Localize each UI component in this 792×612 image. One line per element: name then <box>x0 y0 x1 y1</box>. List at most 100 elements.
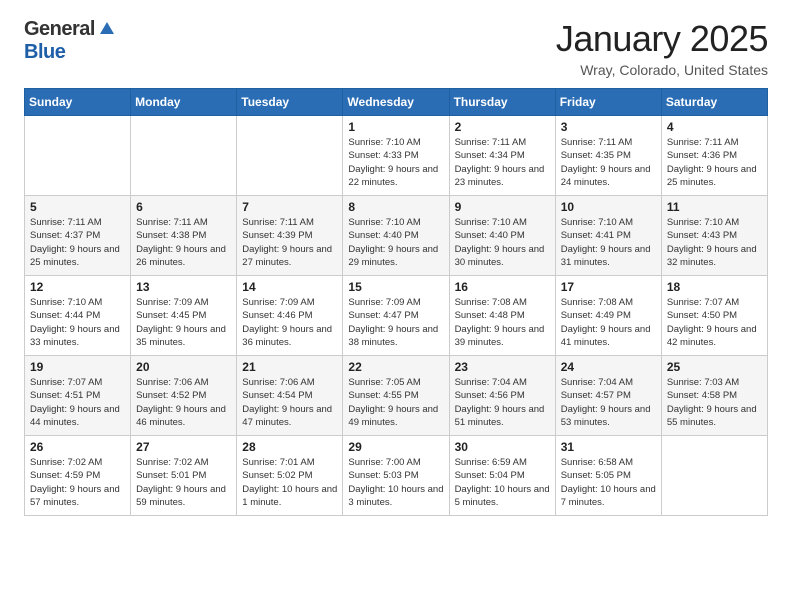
day-info: Sunrise: 7:06 AM Sunset: 4:54 PM Dayligh… <box>242 376 337 429</box>
weekday-header-thursday: Thursday <box>449 89 555 116</box>
week-row-1: 1Sunrise: 7:10 AM Sunset: 4:33 PM Daylig… <box>25 116 768 196</box>
calendar-cell: 23 Sunrise: 7:04 AM Sunset: 4:56 PM Dayli… <box>449 356 555 436</box>
day-number: 16 <box>455 280 550 294</box>
weekday-header-saturday: Saturday <box>661 89 767 116</box>
calendar-cell: 9 Sunrise: 7:10 AM Sunset: 4:40 PM Daylig… <box>449 196 555 276</box>
calendar-cell: 7 Sunrise: 7:11 AM Sunset: 4:39 PM Daylig… <box>237 196 343 276</box>
day-info: Sunrise: 7:08 AM Sunset: 4:49 PM Dayligh… <box>561 296 656 349</box>
day-number: 29 <box>348 440 443 454</box>
day-number: 23 <box>455 360 550 374</box>
day-info: Sunrise: 7:07 AM Sunset: 4:51 PM Dayligh… <box>30 376 125 429</box>
day-info: Sunrise: 7:11 AM Sunset: 4:39 PM Dayligh… <box>242 216 337 269</box>
day-info: Sunrise: 7:00 AM Sunset: 5:03 PM Dayligh… <box>348 456 443 509</box>
day-info: Sunrise: 7:09 AM Sunset: 4:47 PM Dayligh… <box>348 296 443 349</box>
day-info: Sunrise: 7:08 AM Sunset: 4:48 PM Dayligh… <box>455 296 550 349</box>
weekday-header-friday: Friday <box>555 89 661 116</box>
day-number: 31 <box>561 440 656 454</box>
calendar-cell: 29 Sunrise: 7:00 AM Sunset: 5:03 PM Dayli… <box>343 436 449 516</box>
calendar-cell <box>131 116 237 196</box>
day-info: Sunrise: 6:58 AM Sunset: 5:05 PM Dayligh… <box>561 456 656 509</box>
day-number: 13 <box>136 280 231 294</box>
calendar-cell: 17 Sunrise: 7:08 AM Sunset: 4:49 PM Dayli… <box>555 276 661 356</box>
weekday-header-sunday: Sunday <box>25 89 131 116</box>
calendar-cell: 20Sunrise: 7:06 AM Sunset: 4:52 PM Dayli… <box>131 356 237 436</box>
day-info: Sunrise: 7:10 AM Sunset: 4:40 PM Dayligh… <box>455 216 550 269</box>
day-info: Sunrise: 7:02 AM Sunset: 5:01 PM Dayligh… <box>136 456 231 509</box>
weekday-header-wednesday: Wednesday <box>343 89 449 116</box>
logo-icon <box>98 20 116 38</box>
day-number: 25 <box>667 360 762 374</box>
day-number: 5 <box>30 200 125 214</box>
calendar-cell: 1Sunrise: 7:10 AM Sunset: 4:33 PM Daylig… <box>343 116 449 196</box>
day-info: Sunrise: 7:11 AM Sunset: 4:37 PM Dayligh… <box>30 216 125 269</box>
weekday-header-tuesday: Tuesday <box>237 89 343 116</box>
day-info: Sunrise: 7:10 AM Sunset: 4:41 PM Dayligh… <box>561 216 656 269</box>
day-number: 11 <box>667 200 762 214</box>
header: General Blue January 2025 Wray, Colorado… <box>24 18 768 78</box>
day-number: 19 <box>30 360 125 374</box>
calendar-cell: 3Sunrise: 7:11 AM Sunset: 4:35 PM Daylig… <box>555 116 661 196</box>
calendar-cell: 31 Sunrise: 6:58 AM Sunset: 5:05 PM Dayli… <box>555 436 661 516</box>
weekday-header-row: SundayMondayTuesdayWednesdayThursdayFrid… <box>25 89 768 116</box>
day-number: 30 <box>455 440 550 454</box>
page: General Blue January 2025 Wray, Colorado… <box>0 0 792 612</box>
calendar-cell: 28 Sunrise: 7:01 AM Sunset: 5:02 PM Dayli… <box>237 436 343 516</box>
calendar-cell: 11 Sunrise: 7:10 AM Sunset: 4:43 PM Dayli… <box>661 196 767 276</box>
day-info: Sunrise: 7:11 AM Sunset: 4:34 PM Dayligh… <box>455 136 550 189</box>
day-number: 27 <box>136 440 231 454</box>
day-info: Sunrise: 7:10 AM Sunset: 4:33 PM Dayligh… <box>348 136 443 189</box>
day-info: Sunrise: 7:10 AM Sunset: 4:40 PM Dayligh… <box>348 216 443 269</box>
day-number: 14 <box>242 280 337 294</box>
day-number: 26 <box>30 440 125 454</box>
calendar-cell: 30 Sunrise: 6:59 AM Sunset: 5:04 PM Dayli… <box>449 436 555 516</box>
calendar-cell: 14 Sunrise: 7:09 AM Sunset: 4:46 PM Dayli… <box>237 276 343 356</box>
day-info: Sunrise: 7:04 AM Sunset: 4:56 PM Dayligh… <box>455 376 550 429</box>
day-info: Sunrise: 7:07 AM Sunset: 4:50 PM Dayligh… <box>667 296 762 349</box>
calendar-cell <box>237 116 343 196</box>
calendar-cell: 16 Sunrise: 7:08 AM Sunset: 4:48 PM Dayli… <box>449 276 555 356</box>
day-number: 7 <box>242 200 337 214</box>
day-info: Sunrise: 7:09 AM Sunset: 4:46 PM Dayligh… <box>242 296 337 349</box>
day-info: Sunrise: 7:10 AM Sunset: 4:44 PM Dayligh… <box>30 296 125 349</box>
day-number: 20 <box>136 360 231 374</box>
calendar-cell: 12Sunrise: 7:10 AM Sunset: 4:44 PM Dayli… <box>25 276 131 356</box>
day-number: 15 <box>348 280 443 294</box>
day-info: Sunrise: 7:01 AM Sunset: 5:02 PM Dayligh… <box>242 456 337 509</box>
day-number: 17 <box>561 280 656 294</box>
day-number: 21 <box>242 360 337 374</box>
day-info: Sunrise: 7:09 AM Sunset: 4:45 PM Dayligh… <box>136 296 231 349</box>
calendar-cell: 15 Sunrise: 7:09 AM Sunset: 4:47 PM Dayli… <box>343 276 449 356</box>
week-row-2: 5 Sunrise: 7:11 AM Sunset: 4:37 PM Daylig… <box>25 196 768 276</box>
calendar-cell: 19 Sunrise: 7:07 AM Sunset: 4:51 PM Dayli… <box>25 356 131 436</box>
calendar-cell: 4Sunrise: 7:11 AM Sunset: 4:36 PM Daylig… <box>661 116 767 196</box>
day-info: Sunrise: 7:02 AM Sunset: 4:59 PM Dayligh… <box>30 456 125 509</box>
day-number: 18 <box>667 280 762 294</box>
day-number: 9 <box>455 200 550 214</box>
calendar-cell: 6 Sunrise: 7:11 AM Sunset: 4:38 PM Daylig… <box>131 196 237 276</box>
day-number: 8 <box>348 200 443 214</box>
day-number: 24 <box>561 360 656 374</box>
week-row-5: 26 Sunrise: 7:02 AM Sunset: 4:59 PM Dayli… <box>25 436 768 516</box>
day-info: Sunrise: 7:10 AM Sunset: 4:43 PM Dayligh… <box>667 216 762 269</box>
day-number: 6 <box>136 200 231 214</box>
calendar-cell: 24 Sunrise: 7:04 AM Sunset: 4:57 PM Dayli… <box>555 356 661 436</box>
calendar-cell: 18 Sunrise: 7:07 AM Sunset: 4:50 PM Dayli… <box>661 276 767 356</box>
weekday-header-monday: Monday <box>131 89 237 116</box>
calendar-cell: 2 Sunrise: 7:11 AM Sunset: 4:34 PM Daylig… <box>449 116 555 196</box>
location: Wray, Colorado, United States <box>556 62 768 78</box>
calendar-cell <box>661 436 767 516</box>
week-row-4: 19 Sunrise: 7:07 AM Sunset: 4:51 PM Dayli… <box>25 356 768 436</box>
day-info: Sunrise: 7:04 AM Sunset: 4:57 PM Dayligh… <box>561 376 656 429</box>
calendar: SundayMondayTuesdayWednesdayThursdayFrid… <box>24 88 768 516</box>
month-title: January 2025 <box>556 18 768 60</box>
day-number: 28 <box>242 440 337 454</box>
calendar-cell: 5 Sunrise: 7:11 AM Sunset: 4:37 PM Daylig… <box>25 196 131 276</box>
day-number: 2 <box>455 120 550 134</box>
calendar-cell: 13 Sunrise: 7:09 AM Sunset: 4:45 PM Dayli… <box>131 276 237 356</box>
day-info: Sunrise: 7:11 AM Sunset: 4:38 PM Dayligh… <box>136 216 231 269</box>
logo-blue-text: Blue <box>24 41 65 63</box>
day-number: 4 <box>667 120 762 134</box>
day-info: Sunrise: 6:59 AM Sunset: 5:04 PM Dayligh… <box>455 456 550 509</box>
calendar-cell: 21 Sunrise: 7:06 AM Sunset: 4:54 PM Dayli… <box>237 356 343 436</box>
title-block: January 2025 Wray, Colorado, United Stat… <box>556 18 768 78</box>
